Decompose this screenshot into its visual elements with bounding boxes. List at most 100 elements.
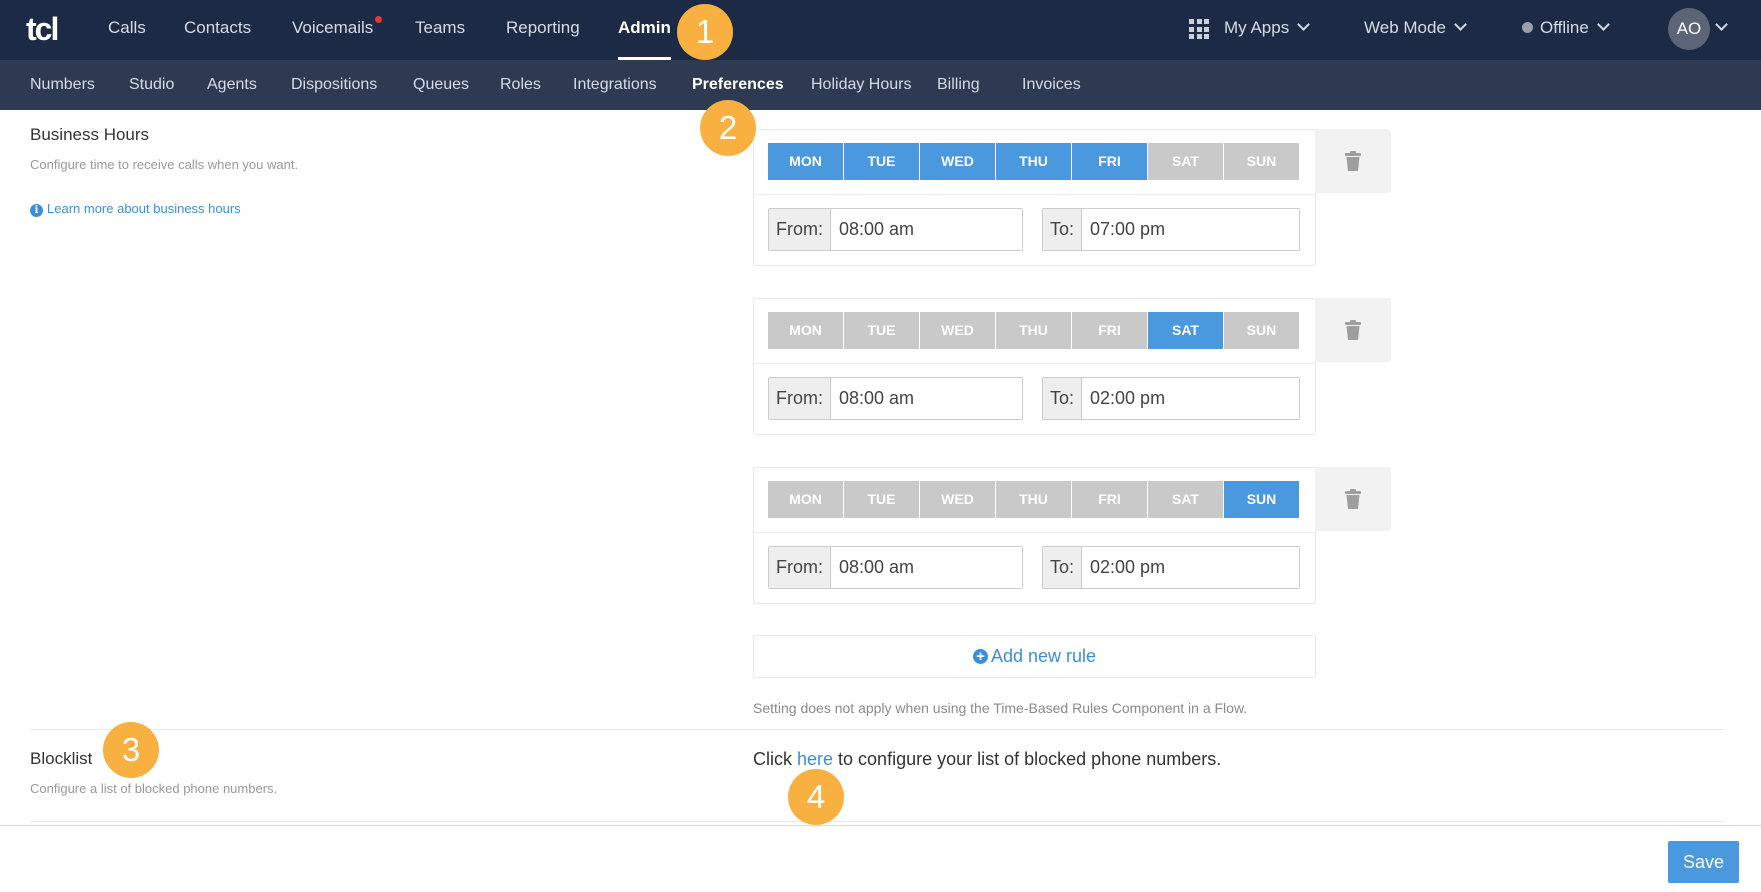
business-hours-rule: MON TUE WED THU FRI SAT SUN From: To: [753,129,1316,266]
day-selector: MON TUE WED THU FRI SAT SUN [768,312,1300,349]
my-apps-dropdown[interactable]: My Apps [1224,0,1311,56]
trash-icon [1345,320,1361,340]
top-navbar: tcl Calls Contacts Voicemails Teams Repo… [0,0,1761,60]
day-toggle-wed[interactable]: WED [920,143,995,180]
nav-calls[interactable]: Calls [108,0,146,60]
divider [754,363,1315,364]
to-label: To: [1043,378,1083,419]
from-label: From: [769,209,831,250]
status-dropdown[interactable]: Offline [1522,0,1610,56]
nav-teams[interactable]: Teams [415,0,465,60]
nav-voicemails-label: Voicemails [292,18,374,37]
blocklist-here-link[interactable]: here [797,749,833,769]
delete-rule-button[interactable] [1315,129,1391,193]
blocklist-description: Configure a list of blocked phone number… [30,781,278,796]
to-time-input[interactable] [1082,378,1299,419]
business-hours-rule: MON TUE WED THU FRI SAT SUN From: To: [753,298,1316,435]
from-time-field: From: [768,377,1023,420]
to-label: To: [1043,209,1083,250]
to-time-input[interactable] [1082,547,1299,588]
day-toggle-sat[interactable]: SAT [1148,481,1223,518]
day-toggle-tue[interactable]: TUE [844,481,919,518]
subnav-billing[interactable]: Billing [937,60,980,110]
trash-icon [1345,151,1361,171]
notification-dot [375,16,383,23]
app-logo[interactable]: tcl [26,13,59,45]
day-toggle-tue[interactable]: TUE [844,312,919,349]
day-toggle-fri[interactable]: FRI [1072,481,1147,518]
day-toggle-tue[interactable]: TUE [844,143,919,180]
delete-rule-button[interactable] [1315,467,1391,531]
add-new-rule-label: Add new rule [990,646,1097,666]
subnav-dispositions[interactable]: Dispositions [291,60,377,110]
day-toggle-mon[interactable]: MON [768,312,843,349]
day-toggle-wed[interactable]: WED [920,481,995,518]
section-divider [30,821,1724,822]
to-time-field: To: [1042,546,1300,589]
day-toggle-thu[interactable]: THU [996,481,1071,518]
web-mode-label: Web Mode [1364,18,1446,37]
to-label: To: [1043,547,1083,588]
subnav-numbers[interactable]: Numbers [30,60,95,110]
to-time-field: To: [1042,377,1300,420]
avatar[interactable]: AO [1668,8,1710,50]
from-time-input[interactable] [831,209,1022,250]
delete-rule-button[interactable] [1315,298,1391,362]
step-badge-2: 2 [700,100,756,156]
subnav-invoices[interactable]: Invoices [1022,60,1081,110]
subnav-agents[interactable]: Agents [207,60,257,110]
blocklist-title: Blocklist [30,749,93,768]
admin-subnav: Numbers Studio Agents Dispositions Queue… [0,60,1761,110]
day-toggle-mon[interactable]: MON [768,481,843,518]
chevron-down-icon [1297,18,1311,31]
to-time-field: To: [1042,208,1300,251]
chevron-down-icon [1596,18,1610,31]
status-dot-icon [1522,22,1533,33]
day-selector: MON TUE WED THU FRI SAT SUN [768,143,1300,180]
day-toggle-fri[interactable]: FRI [1072,143,1147,180]
avatar-menu-toggle[interactable] [1715,0,1728,56]
info-icon: i [30,204,43,217]
day-toggle-sat[interactable]: SAT [1148,143,1223,180]
nav-admin-label: Admin [618,18,671,37]
day-toggle-fri[interactable]: FRI [1072,312,1147,349]
day-selector: MON TUE WED THU FRI SAT SUN [768,481,1300,518]
nav-contacts[interactable]: Contacts [184,0,251,60]
business-hours-title: Business Hours [30,125,150,144]
apps-grid-icon[interactable] [1189,19,1209,39]
from-time-field: From: [768,208,1023,251]
divider [754,194,1315,195]
subnav-studio[interactable]: Studio [129,60,174,110]
blocklist-text-before: Click [753,749,797,769]
status-label: Offline [1540,18,1589,37]
day-toggle-thu[interactable]: THU [996,312,1071,349]
subnav-roles[interactable]: Roles [500,60,541,110]
day-toggle-mon[interactable]: MON [768,143,843,180]
subnav-queues[interactable]: Queues [413,60,469,110]
save-button[interactable]: Save [1668,841,1739,883]
day-toggle-sun[interactable]: SUN [1224,143,1299,180]
day-toggle-wed[interactable]: WED [920,312,995,349]
learn-more-link[interactable]: i Learn more about business hours [30,201,241,217]
day-toggle-sun[interactable]: SUN [1224,481,1299,518]
trash-icon [1345,489,1361,509]
from-time-input[interactable] [831,547,1022,588]
day-toggle-thu[interactable]: THU [996,143,1071,180]
day-toggle-sat[interactable]: SAT [1148,312,1223,349]
from-time-input[interactable] [831,378,1022,419]
nav-reporting[interactable]: Reporting [506,0,580,60]
chevron-down-icon [1454,18,1467,31]
subnav-integrations[interactable]: Integrations [573,60,657,110]
nav-admin[interactable]: Admin [618,0,671,60]
nav-voicemails[interactable]: Voicemails [292,0,383,60]
blocklist-instructions: Click here to configure your list of blo… [753,749,1221,770]
web-mode-dropdown[interactable]: Web Mode [1364,0,1467,56]
day-toggle-sun[interactable]: SUN [1224,312,1299,349]
my-apps-label: My Apps [1224,18,1290,37]
add-new-rule-button[interactable]: + Add new rule [753,635,1316,678]
from-time-field: From: [768,546,1023,589]
to-time-input[interactable] [1082,209,1299,250]
blocklist-text-after: to configure your list of blocked phone … [833,749,1222,769]
subnav-holiday-hours[interactable]: Holiday Hours [811,60,911,110]
step-badge-3: 3 [103,722,159,778]
